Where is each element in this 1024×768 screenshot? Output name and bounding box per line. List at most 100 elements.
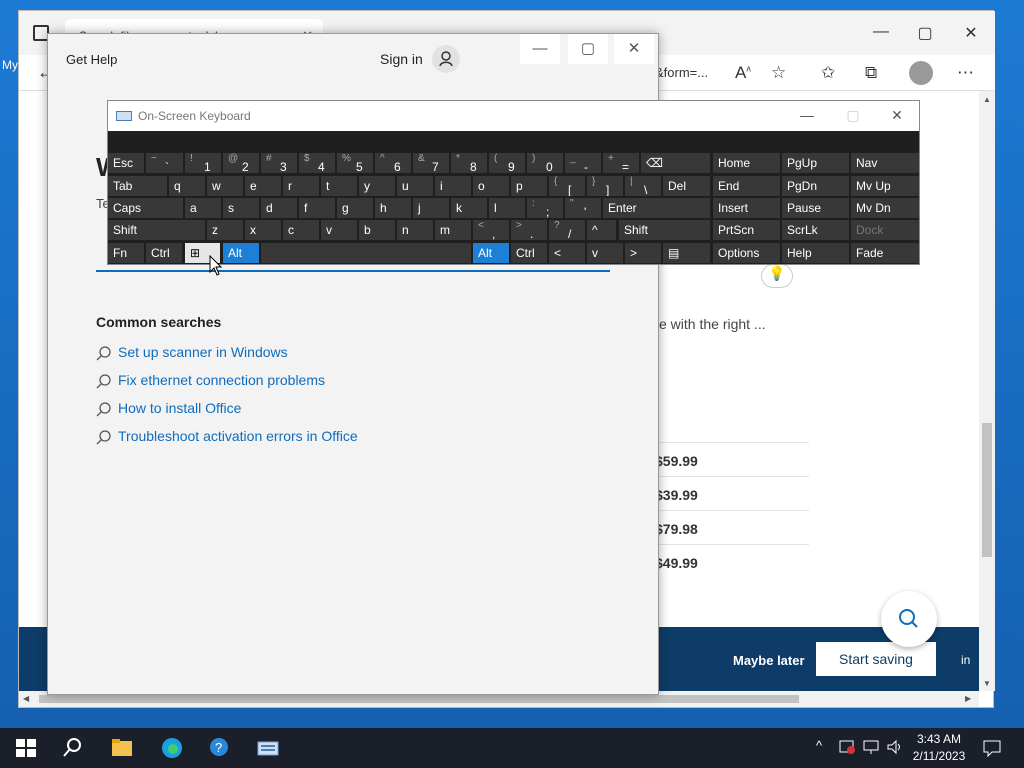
start-saving-button[interactable]: Start saving [816,642,936,676]
osk-key[interactable]: ~ ` [146,153,183,173]
osk-key[interactable]: + = [603,153,639,173]
osk-key[interactable]: @2 [223,153,259,173]
file-explorer-icon[interactable] [110,736,134,760]
osk-key[interactable]: q [169,176,205,196]
osk-key[interactable]: Fn [108,243,144,263]
sign-in-button[interactable]: Sign in [380,51,423,67]
osk-key[interactable]: Tab [108,176,167,196]
osk-key[interactable]: ^ [587,220,616,240]
osk-key[interactable]: & 7 [413,153,449,173]
osk-key[interactable]: h [375,198,411,218]
osk-key[interactable]: % 5 [337,153,373,173]
osk-key[interactable]: y [359,176,395,196]
more-icon[interactable]: ⋯ [957,63,974,83]
get-help-icon[interactable]: ? [208,736,232,760]
osk-key[interactable]: PgUp [782,153,849,173]
minimize-icon[interactable]: — [871,23,891,41]
osk-key[interactable]: m [435,220,471,240]
osk-key[interactable]: Mv Dn [851,198,919,218]
osk-key[interactable]: i [435,176,471,196]
osk-key[interactable]: g [337,198,373,218]
chevron-up-icon[interactable]: ^ [816,738,822,753]
osk-key[interactable]: z [207,220,243,240]
osk-key[interactable]: PgDn [782,176,849,196]
osk-key[interactable]: ) 0 [527,153,563,173]
osk-key[interactable]: Del [663,176,710,196]
osk-key[interactable]: o [473,176,509,196]
osk-key[interactable]: Options [713,243,780,263]
notifications-icon[interactable] [982,738,1002,758]
search-fab[interactable] [881,591,937,647]
osk-key[interactable]: :; [527,198,563,218]
osk-key[interactable]: u [397,176,433,196]
osk-key[interactable]: Ctrl [146,243,182,263]
windows-start-icon[interactable] [14,736,38,760]
osk-key[interactable]: < [549,243,585,263]
scroll-up-icon[interactable]: ▲ [983,95,991,104]
osk-key[interactable]: j [413,198,449,218]
horizontal-scroll-thumb[interactable] [39,695,799,703]
osk-key[interactable]: r [283,176,319,196]
osk-key[interactable]: Fade [851,243,919,263]
osk-key[interactable]: #3 [261,153,297,173]
osk-key[interactable]: p [511,176,547,196]
osk-key[interactable]: Shift [108,220,205,240]
osk-key[interactable]: Shift [619,220,710,240]
vertical-scroll-thumb[interactable] [982,423,992,557]
maximize-icon[interactable]: ▢ [568,34,608,64]
osk-key[interactable]: Mv Up [851,176,919,196]
notification-warning-icon[interactable] [838,738,856,756]
volume-icon[interactable] [886,738,904,756]
osk-key[interactable]: s [223,198,259,218]
osk-key[interactable]: w [207,176,243,196]
desktop-icon-label[interactable]: My [2,58,18,72]
osk-key[interactable] [261,243,471,263]
osk-key[interactable]: " ' [565,198,601,218]
osk-key[interactable]: Nav [851,153,919,173]
scroll-left-icon[interactable]: ◀ [23,694,29,703]
osk-key[interactable]: Home [713,153,780,173]
close-icon[interactable]: ✕ [614,34,654,64]
osk-key[interactable]: <, [473,220,509,240]
osk-key[interactable]: ^ 6 [375,153,411,173]
osk-key[interactable]: _ - [565,153,601,173]
collections-icon[interactable]: ⧉ [865,63,877,83]
osk-key[interactable]: n [397,220,433,240]
search-icon[interactable] [60,736,84,760]
osk-key[interactable]: Alt [473,243,509,263]
osk-key[interactable]: Help [782,243,849,263]
osk-key[interactable]: a [185,198,221,218]
osk-key[interactable]: c [283,220,319,240]
osk-key[interactable]: l [489,198,525,218]
osk-key[interactable]: t [321,176,357,196]
maximize-icon[interactable]: ▢ [915,23,935,43]
profile-avatar[interactable] [909,61,933,85]
read-aloud-icon[interactable]: Aʌ [735,63,751,83]
lightbulb-icon[interactable]: 💡 [761,264,793,288]
osk-key[interactable]: Enter [603,198,710,218]
scroll-right-icon[interactable]: ▶ [965,694,971,703]
osk-key[interactable]: ⌫ [641,153,710,173]
add-favorite-icon[interactable]: ☆ [771,63,786,83]
osk-key[interactable]: | \ [625,176,661,196]
osk-key[interactable]: v [321,220,357,240]
osk-key[interactable]: Pause [782,198,849,218]
osk-key[interactable]: ! 1 [185,153,221,173]
osk-key[interactable]: ? / [549,220,585,240]
osk-key[interactable]: $4 [299,153,335,173]
vertical-scrollbar[interactable]: ▲ ▼ [979,91,995,691]
osk-key[interactable]: Alt [223,243,259,263]
url-text[interactable]: &form=... [655,65,708,80]
osk-key[interactable]: b [359,220,395,240]
network-icon[interactable] [862,738,880,756]
osk-key[interactable]: >. [511,220,547,240]
osk-key[interactable]: v [587,243,623,263]
clock-time[interactable]: 3:43 AM [904,732,974,746]
osk-key[interactable]: * 8 [451,153,487,173]
osk-key[interactable]: k [451,198,487,218]
person-icon[interactable] [432,45,460,73]
maybe-later-button[interactable]: Maybe later [733,653,805,668]
osk-key[interactable]: Insert [713,198,780,218]
search-input-underline[interactable] [96,270,610,272]
osk-key[interactable]: Esc [108,153,144,173]
